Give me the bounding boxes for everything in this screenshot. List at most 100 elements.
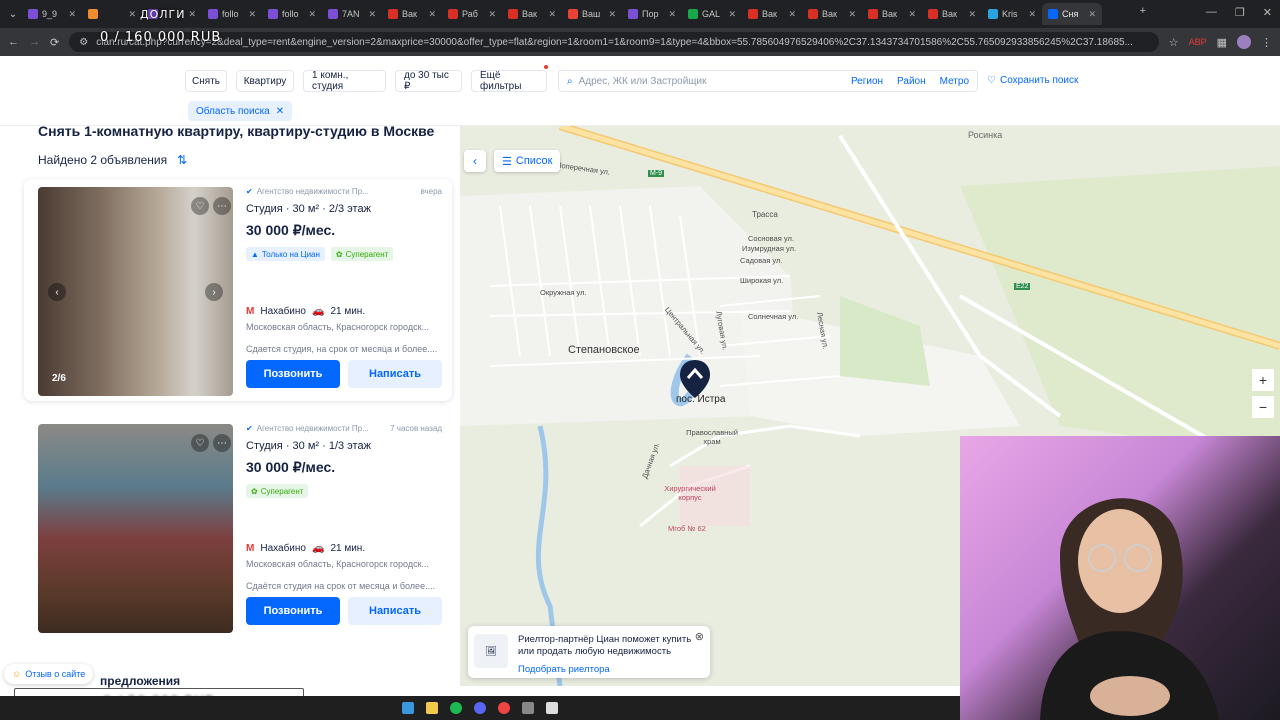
- call-button[interactable]: Позвонить: [246, 597, 340, 625]
- browser-tab[interactable]: 9_9 ✕: [22, 3, 82, 25]
- favorite-heart-icon[interactable]: ♡: [191, 197, 209, 215]
- photo-counter: 2/6: [52, 373, 66, 384]
- close-tab-icon[interactable]: ✕: [668, 9, 676, 20]
- next-photo-icon[interactable]: ›: [205, 283, 223, 301]
- discord-icon[interactable]: [474, 702, 486, 714]
- metro-link[interactable]: Метро: [940, 76, 969, 87]
- extension-abp-icon[interactable]: ABP: [1189, 37, 1207, 47]
- listing-card[interactable]: ♡ ⋯ ‹ › 2/6 ✔ Агентство недвижимости Пр..…: [24, 179, 452, 401]
- profile-avatar[interactable]: [1237, 35, 1251, 49]
- listing-title[interactable]: Студия · 30 м² · 1/3 этаж: [246, 440, 371, 452]
- close-tab-icon[interactable]: ✕: [908, 9, 916, 20]
- collapse-list-button[interactable]: ‹: [464, 150, 486, 172]
- write-button[interactable]: Написать: [348, 360, 442, 388]
- browser-tab[interactable]: follo ✕: [202, 3, 262, 25]
- more-options-icon[interactable]: ⋯: [213, 197, 231, 215]
- close-tab-icon[interactable]: ✕: [548, 9, 556, 20]
- close-tab-icon[interactable]: ✕: [188, 9, 196, 20]
- call-button[interactable]: Позвонить: [246, 360, 340, 388]
- close-tab-icon[interactable]: ✕: [968, 9, 976, 20]
- zoom-in-button[interactable]: +: [1252, 369, 1274, 391]
- area-chip[interactable]: Область поиска ✕: [188, 101, 293, 121]
- browser-tab[interactable]: Раб ✕: [442, 3, 502, 25]
- browser-tab[interactable]: Ваш ✕: [562, 3, 622, 25]
- browser-tab[interactable]: Сня ✕: [1042, 3, 1102, 25]
- close-tab-icon[interactable]: ✕: [428, 9, 436, 20]
- browser-tab[interactable]: 7AN ✕: [322, 3, 382, 25]
- search-input[interactable]: ⌕ Адрес, ЖК или Застройщик Регион Район …: [558, 70, 978, 92]
- browser-tab[interactable]: Kris ✕: [982, 3, 1042, 25]
- close-icon[interactable]: ✕: [276, 106, 284, 117]
- find-realtor-link[interactable]: Подобрать риелтора: [518, 664, 610, 675]
- close-tab-icon[interactable]: ✕: [728, 9, 736, 20]
- map-location-pin[interactable]: [678, 358, 712, 400]
- browser-tab[interactable]: GAL ✕: [682, 3, 742, 25]
- bookmark-star-icon[interactable]: ☆: [1169, 36, 1179, 49]
- new-tab-button[interactable]: +: [1140, 5, 1146, 17]
- close-banner-icon[interactable]: ⊗: [695, 630, 704, 643]
- browser-tab[interactable]: Вак ✕: [742, 3, 802, 25]
- rooms-filter[interactable]: 1 комн., студия: [303, 70, 386, 92]
- save-search-button[interactable]: ♡ Сохранить поиск: [987, 75, 1078, 86]
- start-icon[interactable]: [402, 702, 414, 714]
- listing-photo[interactable]: ♡ ⋯: [38, 424, 233, 633]
- browser-tab[interactable]: Вак ✕: [862, 3, 922, 25]
- browser-tab[interactable]: Вак ✕: [922, 3, 982, 25]
- list-view-button[interactable]: ☰ Список: [494, 150, 561, 172]
- close-tab-icon[interactable]: ✕: [848, 9, 856, 20]
- reload-icon[interactable]: ⟳: [50, 36, 59, 49]
- settings-icon[interactable]: [546, 702, 558, 714]
- heart-icon: ♡: [987, 75, 996, 86]
- close-tab-icon[interactable]: ✕: [68, 9, 76, 20]
- browser-tab[interactable]: Вак ✕: [382, 3, 442, 25]
- url-field[interactable]: ⚙ cian.ru/cat.php?currency=2&deal_type=r…: [69, 32, 1159, 52]
- close-tab-icon[interactable]: ✕: [488, 9, 496, 20]
- close-tab-icon[interactable]: ✕: [308, 9, 316, 20]
- listing-photo[interactable]: ♡ ⋯ ‹ › 2/6: [38, 187, 233, 396]
- close-tab-icon[interactable]: ✕: [788, 9, 796, 20]
- close-tab-icon[interactable]: ✕: [608, 9, 616, 20]
- listing-address[interactable]: Московская область, Красногорск городск.…: [246, 559, 444, 569]
- close-tab-icon[interactable]: ✕: [1028, 9, 1036, 20]
- browser-tab[interactable]: ✕: [82, 3, 142, 25]
- forward-icon[interactable]: →: [29, 36, 40, 48]
- back-icon[interactable]: ←: [8, 36, 19, 48]
- site-info-icon[interactable]: ⚙: [79, 37, 88, 48]
- listing-title[interactable]: Студия · 30 м² · 2/3 этаж: [246, 203, 371, 215]
- listing-address[interactable]: Московская область, Красногорск городск.…: [246, 322, 444, 332]
- price-filter[interactable]: до 30 тыс ₽: [395, 70, 462, 92]
- minimize-icon[interactable]: —: [1206, 6, 1217, 19]
- zoom-out-button[interactable]: −: [1252, 396, 1274, 418]
- close-tab-icon[interactable]: ✕: [368, 9, 376, 20]
- prev-photo-icon[interactable]: ‹: [48, 283, 66, 301]
- extensions-icon[interactable]: ▦: [1217, 36, 1227, 49]
- tab-search-icon[interactable]: ⌄: [4, 9, 22, 20]
- feedback-button[interactable]: ☺ Отзыв о сайте: [4, 664, 94, 684]
- browser-tab[interactable]: Вак ✕: [502, 3, 562, 25]
- more-options-icon[interactable]: ⋯: [213, 434, 231, 452]
- listing-card[interactable]: ♡ ⋯ ✔ Агентство недвижимости Пр... 7 часо…: [24, 416, 452, 638]
- district-link[interactable]: Район: [897, 76, 926, 87]
- chrome-icon[interactable]: [498, 702, 510, 714]
- close-tab-icon[interactable]: ✕: [1088, 9, 1096, 20]
- realtor-banner-text: Риелтор-партнёр Циан поможет купить или …: [518, 634, 692, 657]
- rent-filter[interactable]: Снять: [185, 70, 227, 92]
- close-window-icon[interactable]: ✕: [1263, 6, 1272, 19]
- sort-icon[interactable]: ⇅: [177, 153, 187, 167]
- favorite-heart-icon[interactable]: ♡: [191, 434, 209, 452]
- tab-favicon-icon: [628, 9, 638, 19]
- app-icon[interactable]: [522, 702, 534, 714]
- browser-tab[interactable]: follo ✕: [262, 3, 322, 25]
- more-filters-button[interactable]: Ещё фильтры: [471, 65, 548, 92]
- write-button[interactable]: Написать: [348, 597, 442, 625]
- maximize-icon[interactable]: ❐: [1235, 6, 1245, 19]
- type-filter[interactable]: Квартиру: [236, 70, 294, 92]
- browser-tab[interactable]: Пор ✕: [622, 3, 682, 25]
- region-link[interactable]: Регион: [851, 76, 883, 87]
- browser-tab[interactable]: Вак ✕: [802, 3, 862, 25]
- explorer-icon[interactable]: [426, 702, 438, 714]
- close-tab-icon[interactable]: ✕: [128, 9, 136, 20]
- menu-icon[interactable]: ⋮: [1261, 36, 1272, 49]
- spotify-icon[interactable]: [450, 702, 462, 714]
- close-tab-icon[interactable]: ✕: [248, 9, 256, 20]
